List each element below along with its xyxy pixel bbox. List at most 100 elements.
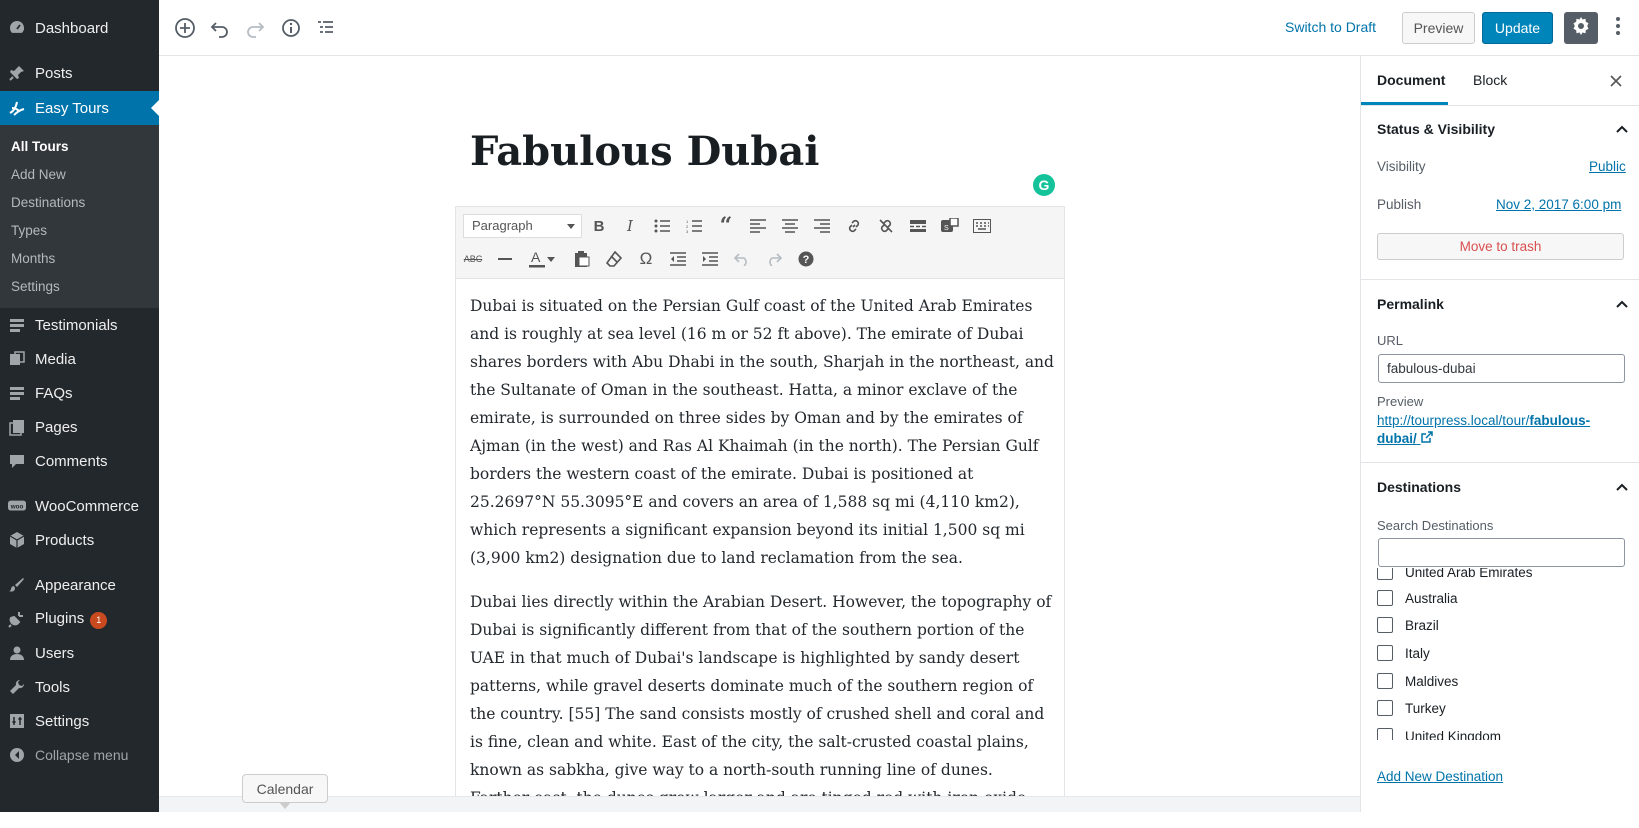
submenu-destinations[interactable]: Destinations (11, 195, 85, 210)
bold-icon[interactable]: B (586, 213, 612, 239)
checkbox[interactable] (1377, 700, 1393, 716)
checkbox[interactable] (1377, 728, 1393, 740)
update-button[interactable]: Update (1482, 12, 1553, 44)
destination-item[interactable]: United Kingdom (1377, 726, 1501, 740)
menu-pages[interactable]: Pages (0, 410, 159, 444)
clear-formatting-icon[interactable] (601, 246, 627, 272)
preview-permalink-link[interactable]: http://tourpress.local/tour/fabulous-dub… (1377, 412, 1617, 448)
tab-block[interactable]: Block (1473, 72, 1507, 88)
block-navigation-icon[interactable] (313, 16, 337, 40)
submenu-all-tours[interactable]: All Tours (11, 139, 69, 154)
grammarly-icon[interactable]: G (1033, 174, 1055, 196)
horizontal-scrollbar[interactable] (159, 796, 1360, 812)
menu-tools[interactable]: Tools (0, 670, 159, 704)
destination-item[interactable]: Italy (1377, 643, 1430, 663)
classic-content[interactable]: Dubai is situated on the Persian Gulf co… (470, 292, 1055, 828)
checkbox[interactable] (1377, 568, 1393, 580)
paste-text-icon[interactable] (569, 246, 595, 272)
submenu-months[interactable]: Months (11, 251, 55, 266)
align-left-icon[interactable] (745, 213, 771, 239)
blockquote-icon[interactable]: “ (713, 213, 739, 239)
preview-button[interactable]: Preview (1402, 12, 1475, 44)
strikethrough-icon[interactable]: ABC (460, 246, 486, 272)
menu-posts[interactable]: Posts (0, 56, 159, 90)
menu-posts-label: Posts (35, 64, 73, 82)
menu-media[interactable]: Media (0, 342, 159, 376)
settings-toggle-button[interactable] (1564, 12, 1598, 44)
admin-sidebar: Dashboard Posts Easy Tours All Tours Add… (0, 0, 159, 812)
submenu-add-new[interactable]: Add New (11, 167, 66, 182)
checkbox[interactable] (1377, 673, 1393, 689)
menu-products[interactable]: Products (0, 523, 159, 557)
collapse-menu[interactable]: Collapse menu (0, 738, 159, 772)
destination-item[interactable]: Maldives (1377, 671, 1458, 691)
destination-item[interactable]: Brazil (1377, 615, 1439, 635)
submenu-types[interactable]: Types (11, 223, 47, 238)
checkbox[interactable] (1377, 590, 1393, 606)
menu-faqs[interactable]: FAQs (0, 376, 159, 410)
more-options-button[interactable] (1608, 16, 1628, 40)
redo-icon[interactable] (243, 16, 267, 40)
align-right-icon[interactable] (809, 213, 835, 239)
chevron-up-icon[interactable] (1615, 122, 1629, 136)
paragraph-1[interactable]: Dubai is situated on the Persian Gulf co… (470, 292, 1055, 572)
menu-comments[interactable]: Comments (0, 444, 159, 478)
switch-to-draft-button[interactable]: Switch to Draft (1285, 19, 1376, 35)
destination-item[interactable]: Turkey (1377, 698, 1446, 718)
permalink-title[interactable]: Permalink (1377, 296, 1444, 312)
italic-icon[interactable]: I (617, 213, 643, 239)
destination-item[interactable]: United Arab Emirates (1377, 568, 1533, 582)
horizontal-line-icon[interactable] (492, 246, 518, 272)
paragraph-2[interactable]: Dubai lies directly within the Arabian D… (470, 588, 1055, 812)
outdent-icon[interactable] (665, 246, 691, 272)
status-visibility-title[interactable]: Status & Visibility (1377, 121, 1495, 137)
bullet-list-icon[interactable] (649, 213, 675, 239)
destination-item[interactable]: Australia (1377, 588, 1458, 608)
text-color-dropdown-icon[interactable] (544, 246, 558, 272)
submenu-settings[interactable]: Settings (11, 279, 60, 294)
url-input[interactable]: fabulous-dubai (1378, 354, 1625, 383)
help-icon[interactable]: ? (793, 246, 819, 272)
toolbar-undo-icon[interactable] (729, 246, 755, 272)
menu-users[interactable]: Users (0, 636, 159, 670)
menu-testimonials[interactable]: Testimonials (0, 308, 159, 342)
add-new-destination-link[interactable]: Add New Destination (1377, 769, 1503, 784)
menu-easy-tours[interactable]: Easy Tours (0, 91, 159, 125)
preview-label: Preview (1377, 394, 1424, 409)
format-select[interactable]: Paragraph (463, 214, 582, 238)
link-icon[interactable] (841, 213, 867, 239)
chevron-up-icon[interactable] (1615, 297, 1629, 311)
search-destinations-input[interactable] (1378, 538, 1625, 567)
tab-document[interactable]: Document (1377, 72, 1445, 88)
toolbar-redo-icon[interactable] (761, 246, 787, 272)
numbered-list-icon[interactable]: 123 (681, 213, 707, 239)
menu-appearance[interactable]: Appearance (0, 568, 159, 602)
toolbar-toggle-icon[interactable] (969, 213, 995, 239)
checkbox[interactable] (1377, 645, 1393, 661)
visibility-link[interactable]: Public (1589, 159, 1626, 174)
move-to-trash-button[interactable]: Move to trash (1377, 233, 1624, 260)
classic-block[interactable]: Paragraph B I 123 “ S ABC A Ω ? Dubai is… (455, 206, 1065, 812)
shortcode-icon[interactable]: S (937, 213, 963, 239)
close-icon[interactable] (1606, 71, 1626, 91)
read-more-icon[interactable] (905, 213, 931, 239)
unlink-icon[interactable] (873, 213, 899, 239)
checkbox[interactable] (1377, 617, 1393, 633)
menu-woocommerce[interactable]: woo WooCommerce (0, 489, 159, 523)
info-icon[interactable] (279, 16, 303, 40)
undo-icon[interactable] (208, 16, 232, 40)
menu-dashboard[interactable]: Dashboard (0, 11, 159, 45)
destinations-list[interactable]: United Arab Emirates Australia Brazil It… (1361, 568, 1639, 740)
indent-icon[interactable] (697, 246, 723, 272)
align-center-icon[interactable] (777, 213, 803, 239)
special-character-icon[interactable]: Ω (633, 246, 659, 272)
destinations-title[interactable]: Destinations (1377, 479, 1461, 495)
add-block-icon[interactable] (173, 16, 197, 40)
pushpin-icon (8, 64, 26, 82)
settings-sidebar: Document Block Status & Visibility Visib… (1360, 56, 1639, 812)
post-title[interactable]: Fabulous Dubai (470, 128, 819, 175)
menu-settings[interactable]: Settings (0, 704, 159, 738)
menu-plugins[interactable]: Plugins 1 (0, 602, 159, 636)
publish-date-link[interactable]: Nov 2, 2017 6:00 pm (1496, 197, 1621, 212)
chevron-up-icon[interactable] (1615, 480, 1629, 494)
